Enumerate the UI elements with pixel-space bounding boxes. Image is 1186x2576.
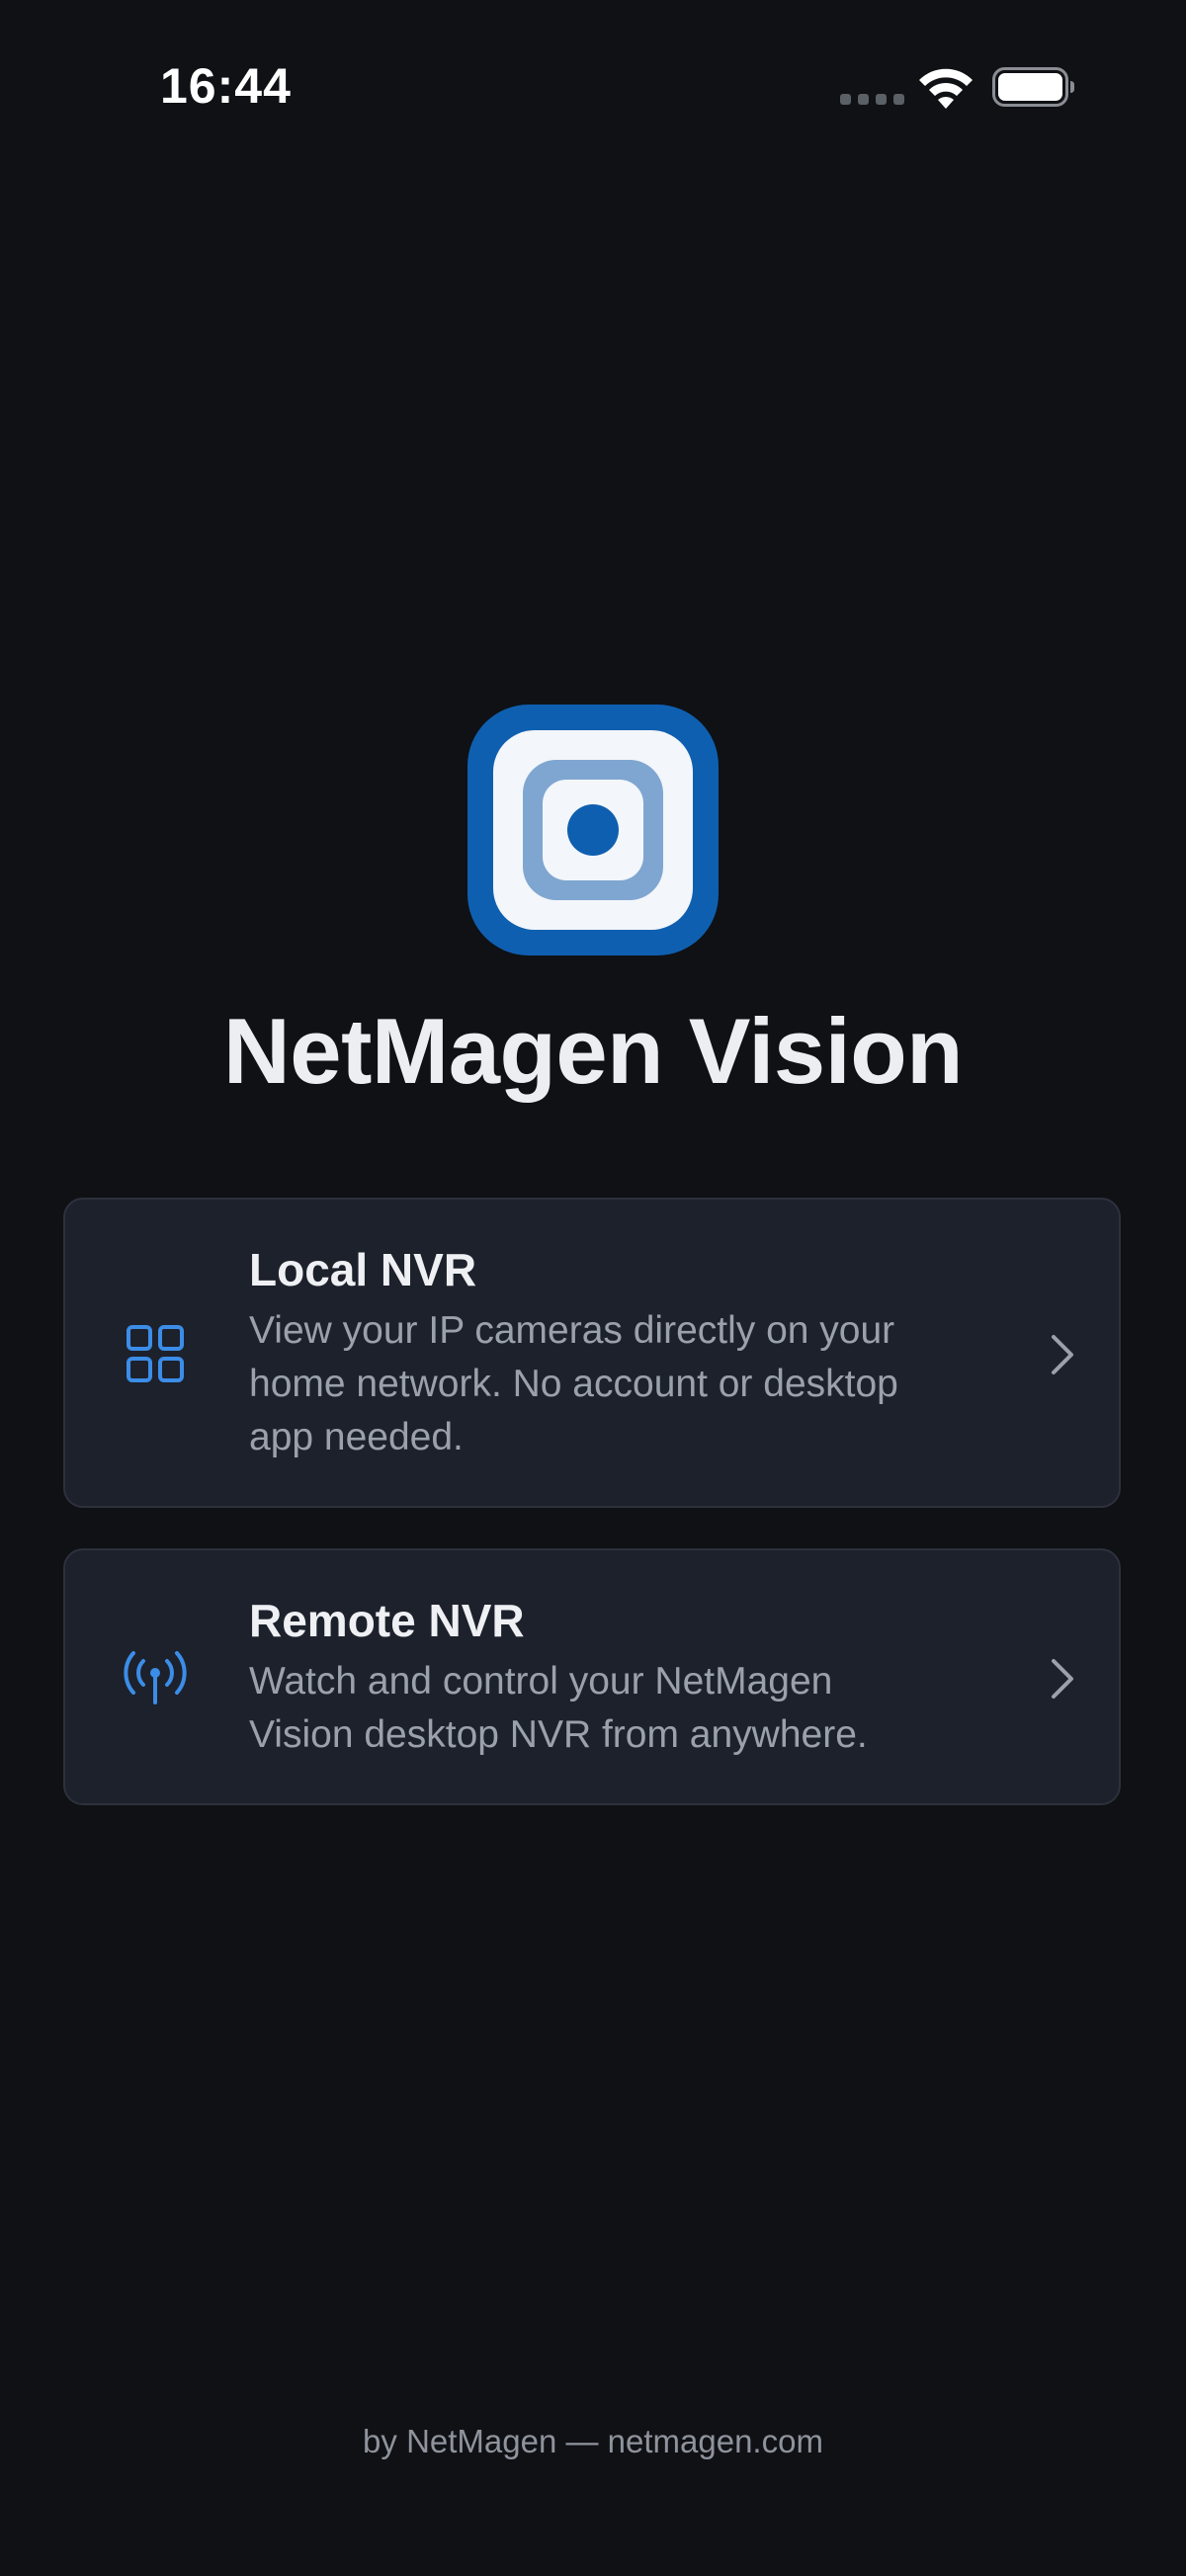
app-title: NetMagen Vision — [222, 999, 964, 1103]
app-logo-icon — [467, 705, 719, 956]
grid-icon — [127, 1325, 184, 1382]
local-nvr-title: Local NVR — [249, 1244, 477, 1295]
antenna-broadcast-icon — [124, 1651, 187, 1704]
footer-credit: by NetMagen — netmagen.com — [363, 2423, 823, 2459]
local-nvr-description: View your IP cameras directly on your ho… — [249, 1309, 898, 1458]
local-nvr-card[interactable]: Local NVR View your IP cameras directly … — [63, 1198, 1121, 1508]
chevron-right-icon — [1052, 1659, 1073, 1699]
battery-icon — [992, 67, 1074, 107]
remote-nvr-description: Watch and control your NetMagen Vision d… — [249, 1660, 868, 1756]
remote-nvr-card[interactable]: Remote NVR Watch and control your NetMag… — [63, 1548, 1121, 1805]
status-time: 16:44 — [160, 58, 292, 114]
cellular-signal-icon — [840, 94, 904, 105]
chevron-right-icon — [1052, 1335, 1073, 1374]
wifi-icon — [919, 68, 973, 109]
remote-nvr-title: Remote NVR — [249, 1595, 525, 1646]
status-bar: 16:44 — [0, 0, 1186, 178]
